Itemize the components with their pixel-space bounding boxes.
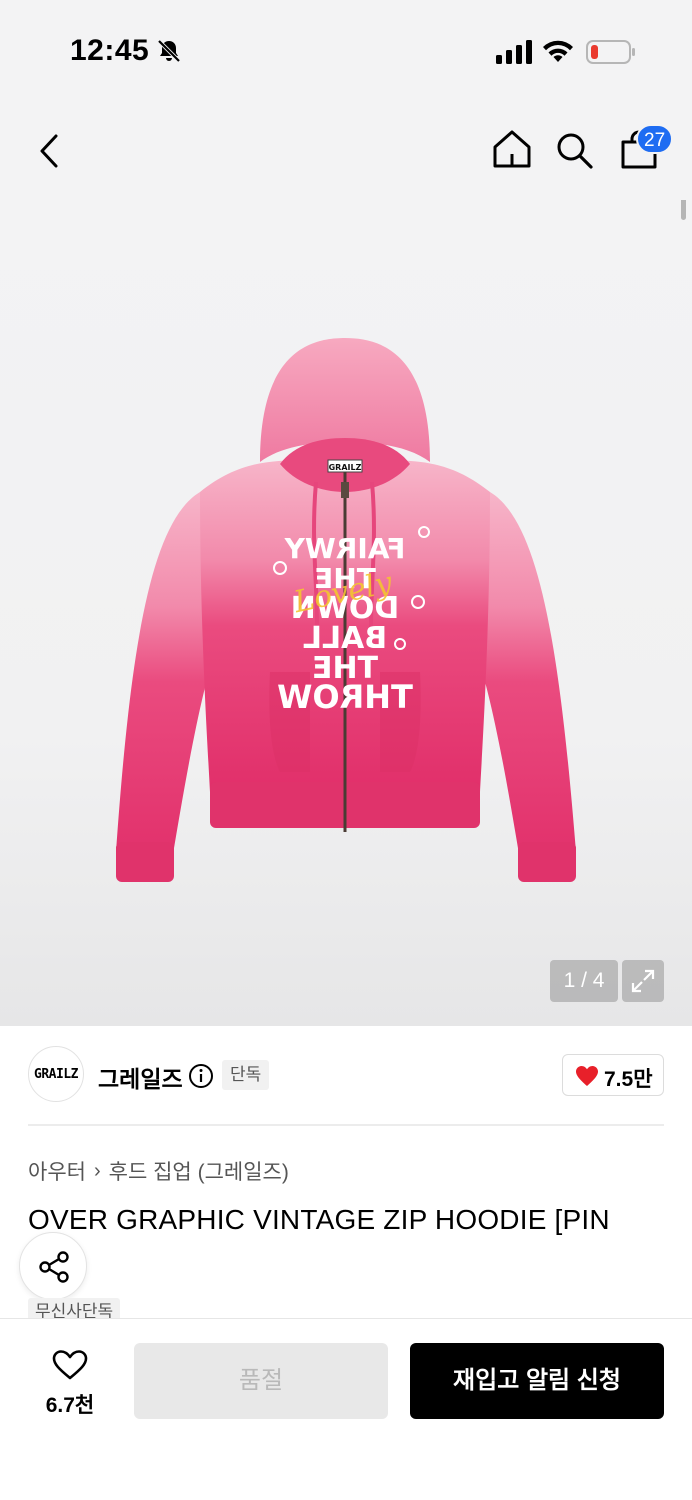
breadcrumb-item-outer[interactable]: 아우터 [28,1156,86,1186]
brand-like-count: 7.5만 [604,1068,653,1091]
print-line-3: BALL [303,621,387,656]
back-icon[interactable] [34,132,64,170]
soldout-button[interactable]: 품절 [134,1343,388,1419]
breadcrumb: 아우터 › 후드 집업 (그레일즈) [28,1156,289,1186]
image-pager: 1 / 4 [550,960,618,1002]
expand-image-button[interactable] [622,960,664,1002]
top-navigation: 27 [0,100,692,200]
print-line-2: THE [312,651,378,686]
share-button[interactable] [19,1232,87,1300]
bottom-action-bar: 6.7천 품절 재입고 알림 신청 [0,1318,692,1500]
heart-filled-icon [576,1066,598,1086]
scrollbar[interactable] [681,200,686,220]
product-image-hoodie[interactable]: GRAILZ THROW THE BALL DOWN THE FAIRWY Lo… [110,332,580,892]
heart-outline-icon [52,1350,88,1380]
status-time: 12:45 [70,34,150,67]
info-icon[interactable] [188,1063,214,1089]
expand-icon [631,969,655,993]
wishlist-count: 6.7천 [45,1394,95,1417]
wishlist-button[interactable]: 6.7천 [28,1345,112,1421]
section-divider [28,1124,664,1126]
exclusive-tag: 단독 [222,1060,270,1090]
breadcrumb-item-hood-zipup[interactable]: 후드 집업 (그레일즈) [109,1156,289,1186]
cart-count-badge: 27 [636,124,674,154]
wifi-icon [543,40,573,62]
status-bar: 12:45 [0,0,692,100]
brand-logo[interactable]: GRAILZ [28,1046,84,1102]
home-icon[interactable] [491,128,533,170]
chevron-right-icon: › [93,1159,101,1182]
print-line-6: FAIRWY [284,532,405,565]
product-image-gallery[interactable]: GRAILZ THROW THE BALL DOWN THE FAIRWY Lo… [0,200,692,1026]
share-icon [39,1251,69,1283]
restock-alert-button[interactable]: 재입고 알림 신청 [410,1343,664,1419]
product-title: OVER GRAPHIC VINTAGE ZIP HOODIE [PIN [28,1204,610,1235]
bell-off-icon [157,39,181,63]
search-icon[interactable] [554,130,594,170]
brand-like-button[interactable]: 7.5만 [562,1054,664,1096]
hoodie-label-text: GRAILZ [329,463,362,472]
brand-row: GRAILZ 그레일즈 단독 7.5만 [0,1026,692,1126]
battery-low-icon [586,40,635,64]
brand-name[interactable]: 그레일즈 [98,1060,183,1094]
cellular-signal-icon [496,40,532,64]
